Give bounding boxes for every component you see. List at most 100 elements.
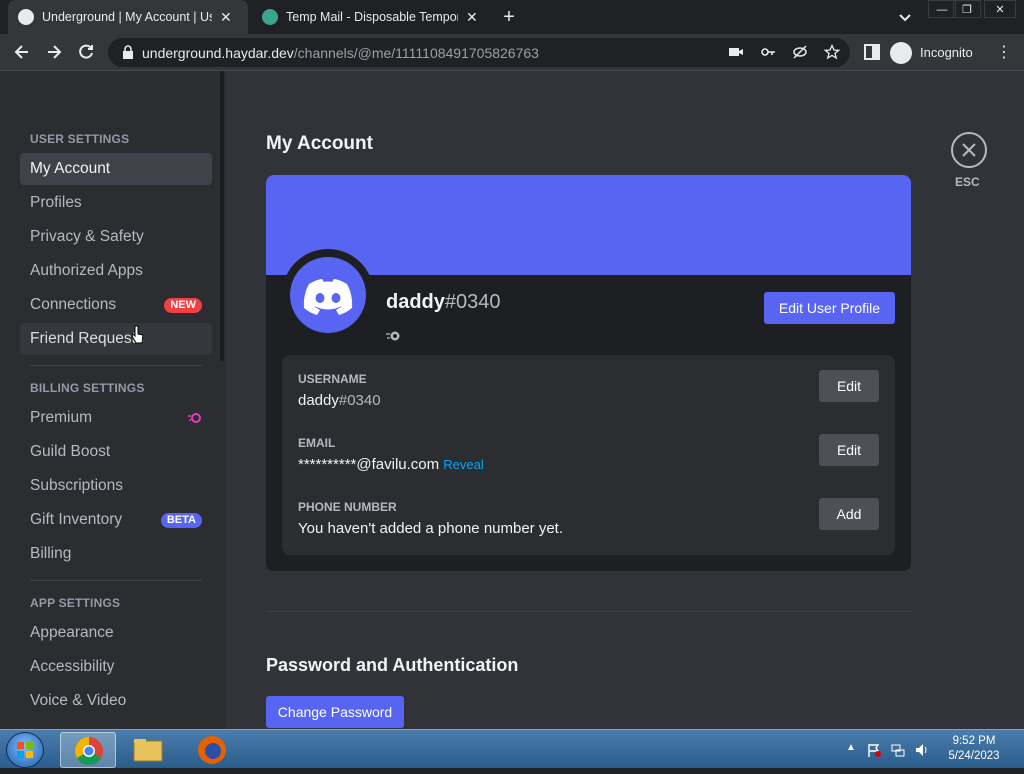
edit-user-profile-button[interactable]: Edit User Profile: [764, 292, 895, 324]
url-text: underground.haydar.dev/channels/@me/1111…: [142, 45, 539, 61]
discord-logo-icon: [303, 279, 353, 315]
lock-icon[interactable]: [120, 44, 136, 60]
temp-mail-favicon-icon: [262, 9, 278, 25]
minimize-icon[interactable]: —: [928, 0, 956, 18]
close-tab-icon[interactable]: ✕: [220, 9, 232, 26]
key-icon[interactable]: [760, 44, 776, 60]
username-value: daddy#0340: [298, 392, 381, 409]
eye-off-icon[interactable]: [792, 44, 808, 60]
start-button[interactable]: [6, 732, 44, 768]
back-arrow-icon[interactable]: [12, 42, 32, 62]
restore-icon[interactable]: ❐: [953, 0, 981, 18]
side-panel-icon[interactable]: [862, 42, 882, 62]
page-title: My Account: [266, 133, 373, 154]
email-label: EMAIL: [298, 436, 336, 450]
tab-title: Temp Mail - Disposable Temporary Email: [286, 10, 458, 24]
sidebar-item-subscriptions[interactable]: Subscriptions: [20, 470, 212, 502]
clock-date: 5/24/2023: [948, 750, 1000, 762]
avatar-image: [290, 257, 366, 333]
sidebar-item-appearance[interactable]: Appearance: [20, 617, 212, 649]
sidebar-item-connections[interactable]: Connections NEW: [20, 289, 212, 321]
sidebar-scrollbar[interactable]: [220, 71, 224, 361]
sidebar-item-voice-video[interactable]: Voice & Video: [20, 685, 212, 717]
sidebar-item-label: Connections: [30, 296, 117, 313]
hand-cursor-icon: [131, 325, 144, 344]
app-settings-header: APP SETTINGS: [30, 596, 121, 610]
tab-search-chevron-icon[interactable]: [896, 8, 914, 26]
incognito-icon: [890, 41, 912, 64]
sidebar-divider: [30, 365, 202, 366]
incognito-indicator[interactable]: Incognito: [890, 38, 973, 67]
email-value: **********@favilu.com Reveal: [298, 456, 484, 473]
discriminator: #0340: [444, 291, 501, 313]
email-text: **********@favilu.com: [298, 456, 440, 473]
username-label: USERNAME: [298, 372, 367, 386]
forward-arrow-icon[interactable]: [44, 42, 64, 62]
sidebar-item-my-account[interactable]: My Account: [20, 153, 212, 185]
change-password-button[interactable]: Change Password: [266, 696, 404, 728]
account-info-box: USERNAME daddy#0340 Edit EMAIL *********…: [282, 355, 895, 555]
user-settings-header: USER SETTINGS: [30, 132, 130, 146]
tab-temp-mail[interactable]: Temp Mail - Disposable Temporary Email ✕: [252, 0, 490, 34]
taskbar-firefox[interactable]: [184, 732, 240, 768]
sidebar-item-profiles[interactable]: Profiles: [20, 187, 212, 219]
status-indicator: [386, 329, 400, 343]
close-settings-button[interactable]: [951, 132, 987, 168]
bookmark-star-icon[interactable]: [824, 44, 840, 60]
display-name: daddy: [386, 291, 445, 313]
status-icon: [386, 331, 400, 341]
settings-content: My Account daddy#0340 Edit User Profile …: [226, 71, 1024, 729]
password-section-title: Password and Authentication: [266, 655, 519, 675]
close-icon: [962, 143, 976, 157]
username-name: daddy: [298, 392, 339, 409]
new-tab-icon[interactable]: +: [498, 6, 520, 28]
new-badge: NEW: [164, 298, 202, 313]
section-divider: [266, 611, 911, 612]
sidebar-item-privacy-safety[interactable]: Privacy & Safety: [20, 221, 212, 253]
sidebar-item-accessibility[interactable]: Accessibility: [20, 651, 212, 683]
sidebar-item-billing[interactable]: Billing: [20, 538, 212, 570]
address-bar[interactable]: underground.haydar.dev/channels/@me/1111…: [108, 38, 850, 67]
windows-logo-icon: [17, 742, 33, 758]
settings-sidebar: USER SETTINGS My Account Profiles Privac…: [0, 71, 226, 729]
firefox-icon: [198, 736, 226, 764]
sidebar-item-authorized-apps[interactable]: Authorized Apps: [20, 255, 212, 287]
reload-icon[interactable]: [76, 42, 96, 62]
sidebar-item-gift-inventory[interactable]: Gift Inventory BETA: [20, 504, 212, 536]
action-center-flag-icon[interactable]: [866, 742, 882, 758]
profile-username: daddy#0340: [386, 291, 501, 314]
close-tab-icon[interactable]: ✕: [466, 9, 478, 26]
sidebar-item-label: Premium: [30, 409, 93, 426]
add-phone-button[interactable]: Add: [819, 498, 879, 530]
browser-tab-strip: Underground | My Account | User Settings…: [0, 0, 1024, 34]
incognito-label: Incognito: [920, 45, 973, 60]
beta-badge: BETA: [160, 513, 202, 528]
edit-username-button[interactable]: Edit: [819, 370, 879, 402]
tab-title: Underground | My Account | User Settings: [42, 10, 212, 24]
tab-underground[interactable]: Underground | My Account | User Settings…: [8, 0, 248, 34]
sidebar-item-friend-requests[interactable]: Friend Requests: [20, 323, 212, 355]
taskbar-chrome[interactable]: [60, 732, 116, 768]
close-window-icon[interactable]: ✕: [984, 0, 1016, 18]
avatar[interactable]: [282, 249, 374, 341]
show-hidden-icons-icon[interactable]: ▲: [846, 742, 856, 753]
sidebar-item-guild-boost[interactable]: Guild Boost: [20, 436, 212, 468]
sidebar-item-label: Gift Inventory: [30, 511, 123, 528]
username-discriminator: #0340: [338, 392, 381, 409]
taskbar-explorer[interactable]: [120, 732, 176, 768]
sidebar-divider: [30, 580, 202, 581]
browser-menu-icon[interactable]: ⋮: [996, 42, 1012, 62]
volume-icon[interactable]: [914, 742, 930, 758]
nitro-icon: [188, 413, 201, 423]
system-clock[interactable]: 9:52 PM 5/24/2023: [944, 734, 1004, 764]
globe-icon: [18, 9, 34, 25]
reveal-email-link[interactable]: Reveal: [443, 457, 483, 472]
folder-icon: [133, 739, 163, 762]
network-icon[interactable]: [890, 742, 906, 758]
browser-toolbar: underground.haydar.dev/channels/@me/1111…: [0, 34, 1024, 71]
sidebar-item-premium[interactable]: Premium: [20, 402, 212, 434]
phone-value: You haven't added a phone number yet.: [298, 520, 564, 537]
camera-icon[interactable]: [728, 44, 744, 60]
edit-email-button[interactable]: Edit: [819, 434, 879, 466]
billing-settings-header: BILLING SETTINGS: [30, 381, 145, 395]
